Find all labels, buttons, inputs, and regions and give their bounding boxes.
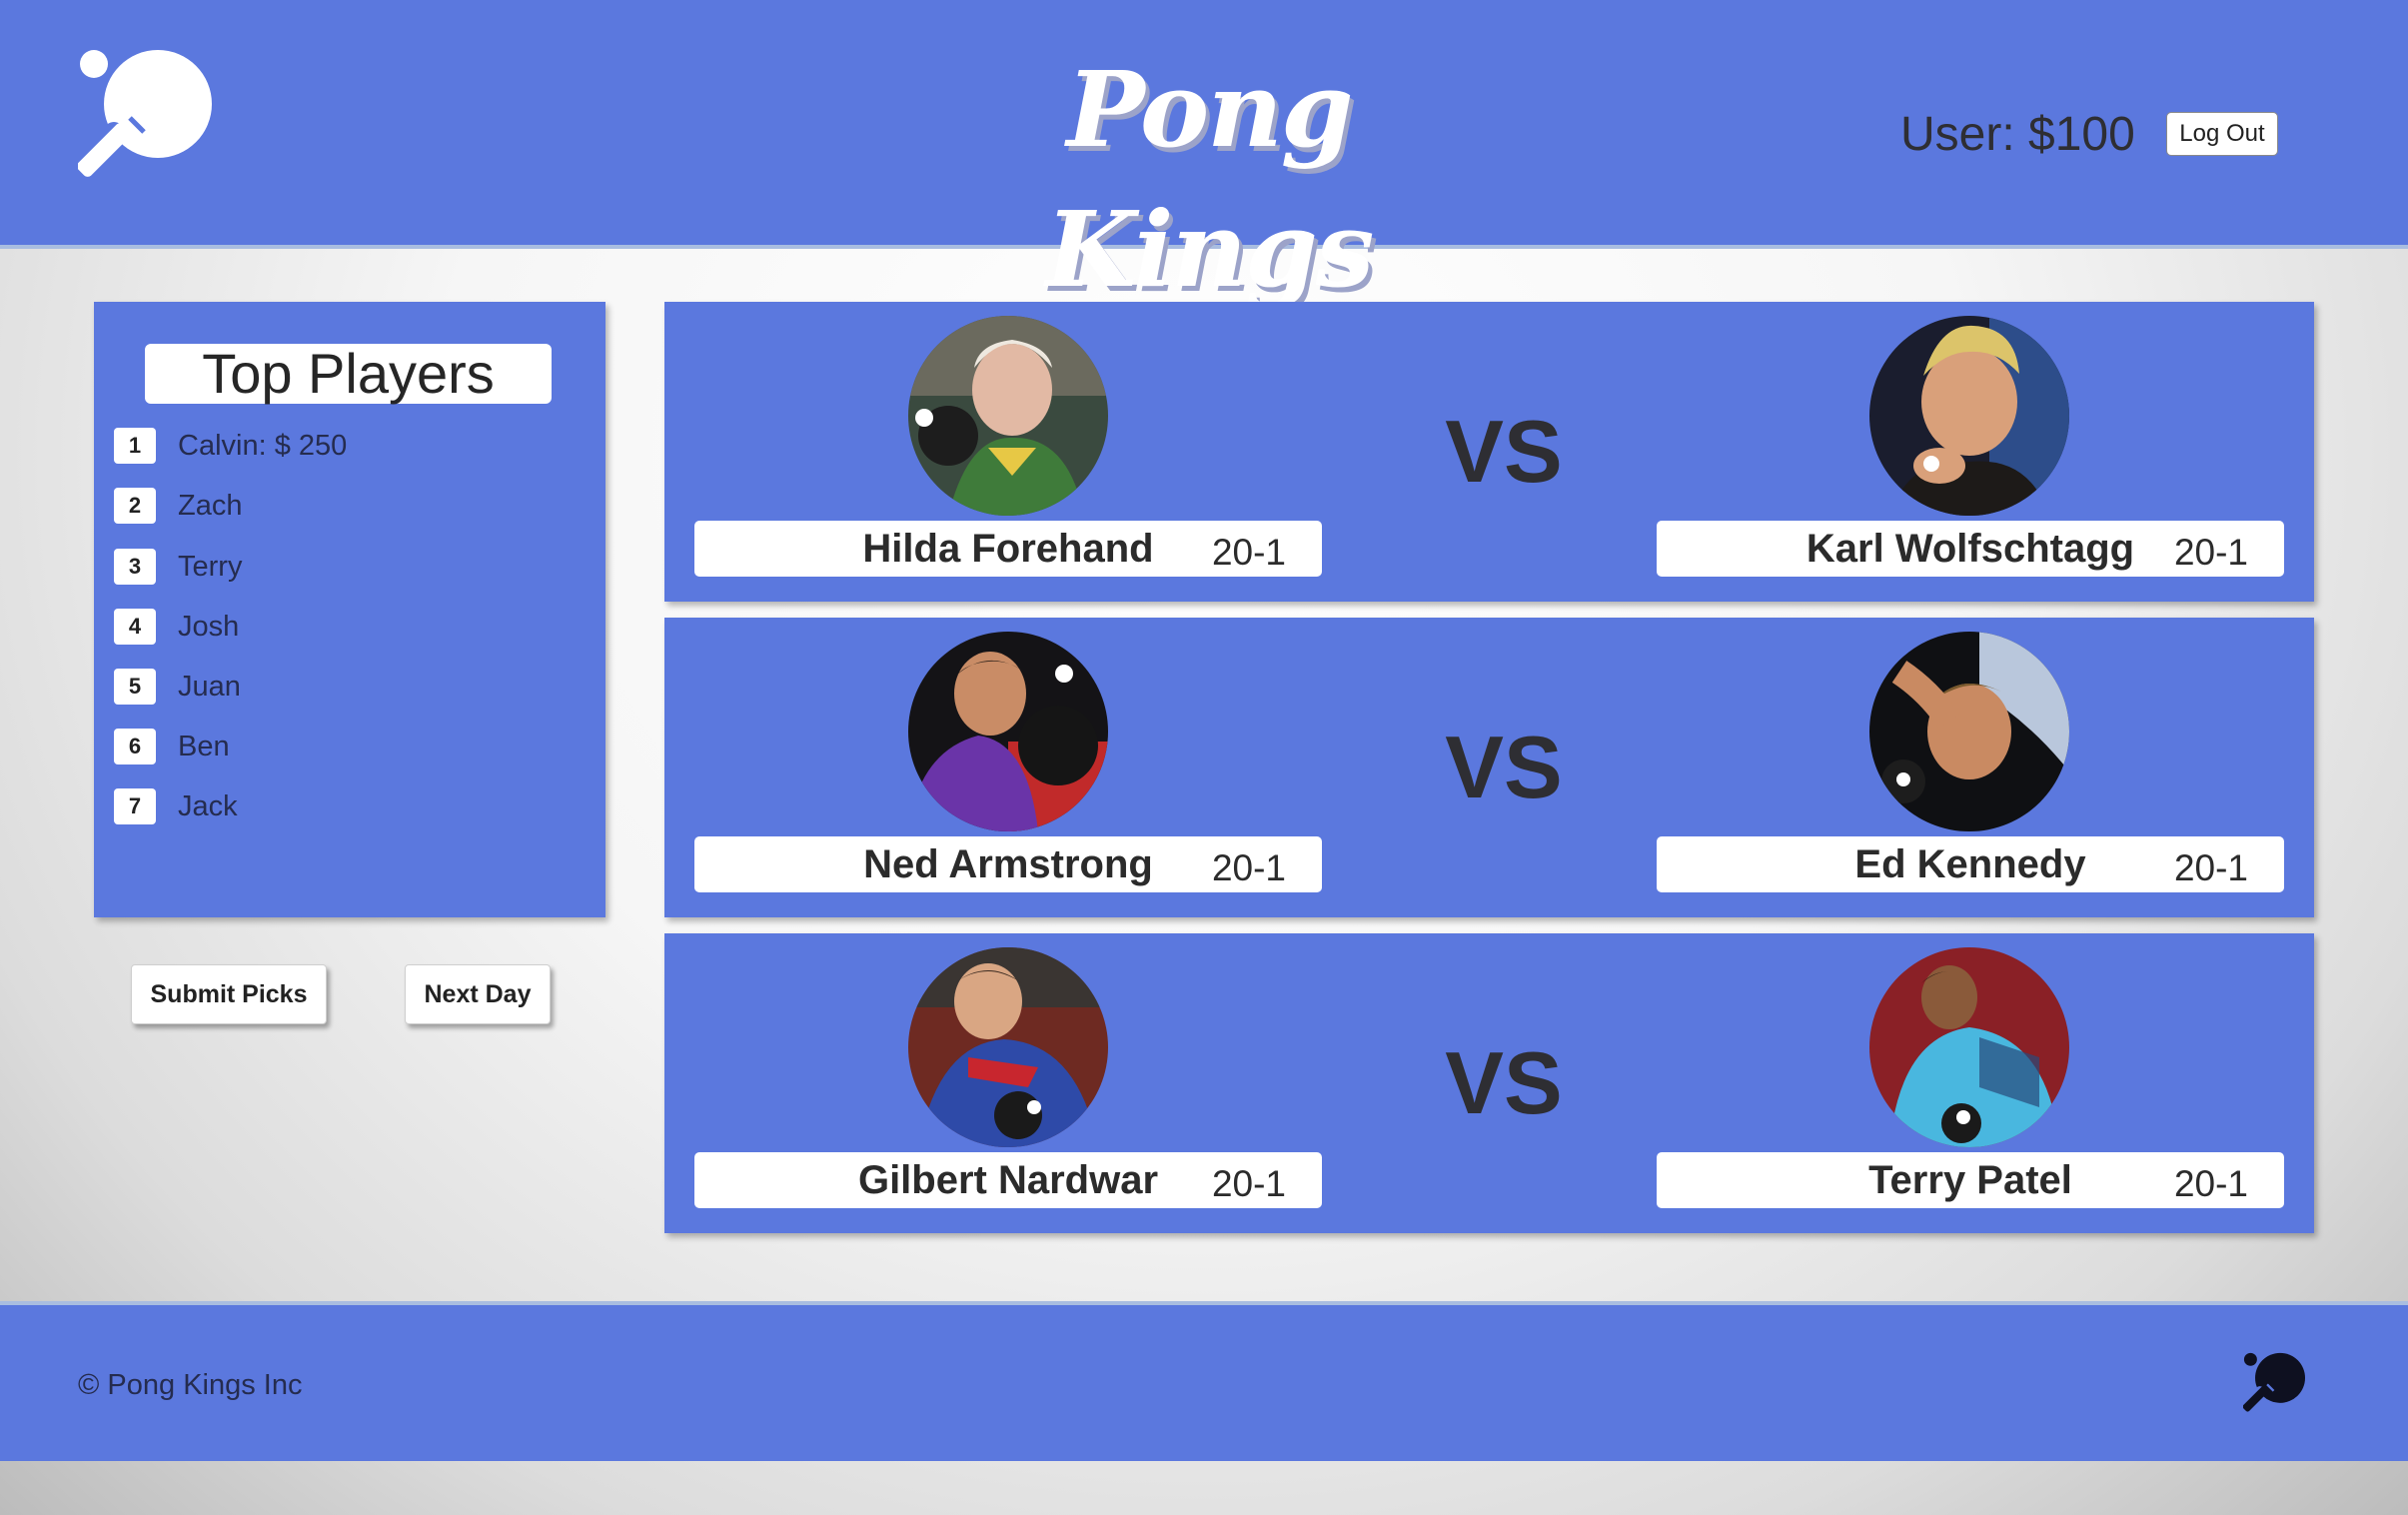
rank-badge: 4 bbox=[114, 609, 156, 645]
next-day-button[interactable]: Next Day bbox=[405, 964, 551, 1024]
logout-button[interactable]: Log Out bbox=[2166, 112, 2278, 156]
user-balance: User: $100 bbox=[1900, 108, 2135, 161]
player-name-bar[interactable]: Hilda Forehand 20-1 bbox=[694, 521, 1322, 577]
player-odds: 20-1 bbox=[2173, 532, 2248, 573]
rank-badge: 2 bbox=[114, 488, 156, 524]
player-name-bar[interactable]: Karl Wolfschtagg 20-1 bbox=[1657, 521, 2284, 577]
player-rank-name: Calvin: $ 250 bbox=[178, 430, 348, 462]
vs-label: VS bbox=[1445, 1033, 1563, 1132]
player-odds: 20-1 bbox=[1211, 532, 1286, 573]
player-odds: 20-1 bbox=[2173, 847, 2248, 888]
player-rank-name: Josh bbox=[178, 611, 240, 643]
vs-label: VS bbox=[1445, 718, 1563, 816]
top-players-title: Top Players bbox=[145, 344, 552, 404]
vs-label: VS bbox=[1445, 402, 1563, 501]
rank-badge: 7 bbox=[114, 788, 156, 824]
player-rank-name: Ben bbox=[178, 731, 230, 762]
player-name-bar[interactable]: Ed Kennedy 20-1 bbox=[1657, 836, 2284, 892]
site-title: Pong Kings bbox=[1045, 48, 1375, 311]
player-odds: 20-1 bbox=[2173, 1163, 2248, 1204]
player-rank-name: Terry bbox=[178, 551, 243, 583]
match-card: Ned Armstrong 20-1 VS Ed Kennedy 20-1 bbox=[664, 618, 2314, 917]
copyright-text: © Pong Kings Inc bbox=[78, 1369, 303, 1401]
rank-badge: 5 bbox=[114, 669, 156, 705]
match-card: Hilda Forehand 20-1 VS Karl Wolfschtagg … bbox=[664, 302, 2314, 602]
player-rank-name: Zach bbox=[178, 490, 243, 522]
rank-badge: 3 bbox=[114, 549, 156, 585]
match-card: Gilbert Nardwar 20-1 VS Terry Patel 20-1 bbox=[664, 933, 2314, 1233]
player-photo[interactable] bbox=[1869, 632, 2069, 831]
player-photo[interactable] bbox=[1869, 947, 2069, 1147]
ping-pong-paddle-icon[interactable] bbox=[78, 46, 212, 180]
player-name-bar[interactable]: Ned Armstrong 20-1 bbox=[694, 836, 1322, 892]
ping-pong-paddle-icon bbox=[2243, 1351, 2305, 1413]
player-odds: 20-1 bbox=[1211, 847, 1286, 888]
player-photo[interactable] bbox=[908, 316, 1108, 516]
submit-picks-button[interactable]: Submit Picks bbox=[131, 964, 327, 1024]
player-photo[interactable] bbox=[908, 947, 1108, 1147]
player-name-bar[interactable]: Terry Patel 20-1 bbox=[1657, 1152, 2284, 1208]
player-rank-name: Jack bbox=[178, 790, 238, 822]
top-players-panel: Top Players 1 Calvin: $ 250 2 Zach 3 Ter… bbox=[94, 302, 605, 917]
site-footer: © Pong Kings Inc bbox=[0, 1301, 2408, 1461]
player-rank-name: Juan bbox=[178, 671, 241, 703]
player-odds: 20-1 bbox=[1211, 1163, 1286, 1204]
site-header: Pong Kings User: $100 Log Out bbox=[0, 0, 2408, 311]
rank-badge: 6 bbox=[114, 729, 156, 764]
player-photo[interactable] bbox=[908, 632, 1108, 831]
player-photo[interactable] bbox=[1869, 316, 2069, 516]
player-name-bar[interactable]: Gilbert Nardwar 20-1 bbox=[694, 1152, 1322, 1208]
rank-badge: 1 bbox=[114, 428, 156, 464]
